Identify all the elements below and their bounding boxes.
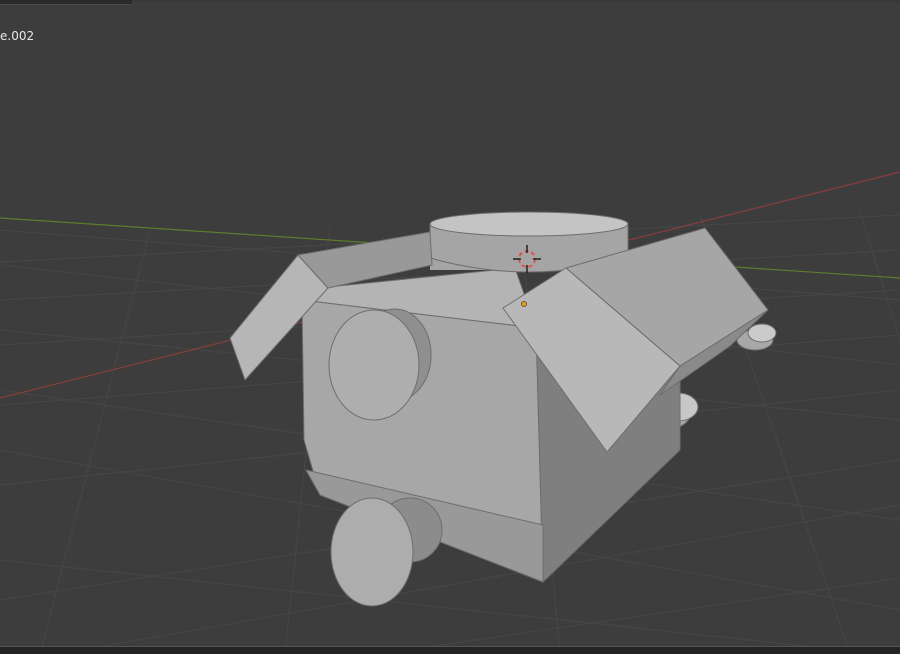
object-origin-icon	[521, 301, 527, 307]
3d-viewport[interactable]: e.002	[0, 0, 900, 654]
viewport-bottom-edge	[0, 646, 900, 654]
mesh-object[interactable]	[229, 211, 777, 607]
object-name-label: e.002	[0, 29, 35, 43]
viewport-scene[interactable]	[0, 0, 900, 654]
mesh-cylinder-bottom	[330, 497, 443, 607]
